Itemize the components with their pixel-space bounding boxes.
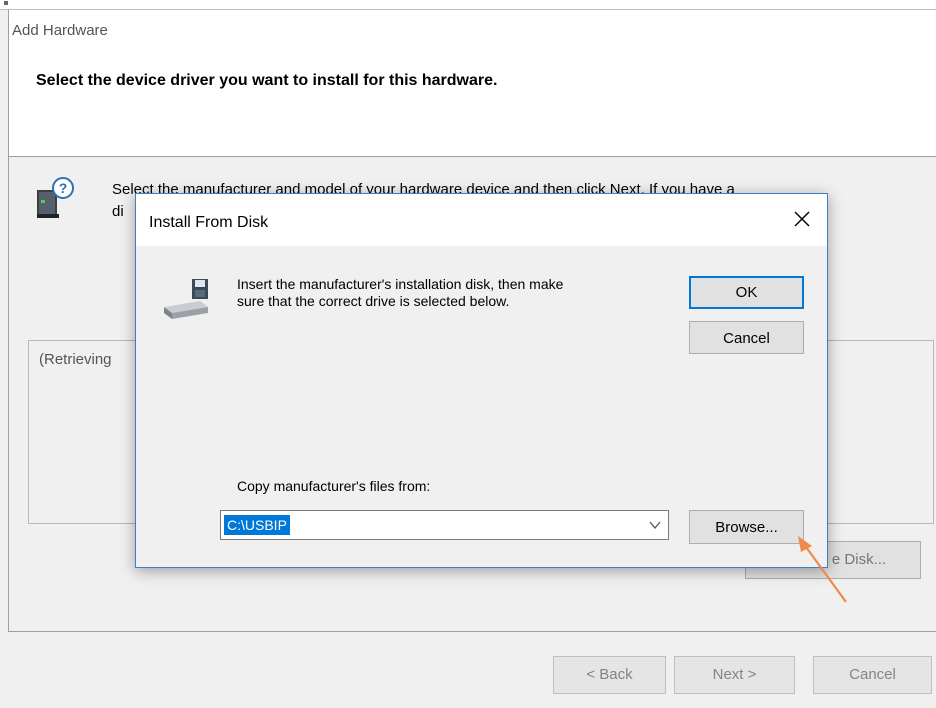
chevron-down-icon[interactable] bbox=[648, 519, 662, 531]
next-button[interactable]: Next > bbox=[674, 656, 795, 694]
dialog-titlebar: Install From Disk bbox=[136, 194, 827, 246]
install-from-disk-dialog: Install From Disk Insert the manufacture… bbox=[135, 193, 828, 568]
window-top-edge bbox=[0, 0, 936, 10]
wizard-title: Add Hardware bbox=[12, 22, 108, 39]
cancel-button[interactable]: Cancel bbox=[689, 321, 804, 354]
svg-text:?: ? bbox=[59, 180, 68, 196]
back-button[interactable]: < Back bbox=[553, 656, 666, 694]
disk-drive-icon bbox=[164, 279, 208, 319]
close-icon[interactable] bbox=[791, 208, 813, 230]
path-combobox[interactable]: C:\USBIP bbox=[220, 510, 669, 540]
hardware-help-icon: ? bbox=[37, 177, 74, 218]
footer-separator bbox=[8, 631, 936, 632]
wizard-cancel-button[interactable]: Cancel bbox=[813, 656, 932, 694]
dialog-message: Insert the manufacturer's installation d… bbox=[237, 276, 564, 309]
dialog-title: Install From Disk bbox=[149, 214, 269, 231]
browse-button[interactable]: Browse... bbox=[689, 510, 804, 544]
list-placeholder: (Retrieving bbox=[39, 351, 112, 368]
window-corner-mark bbox=[4, 1, 8, 5]
ok-button[interactable]: OK bbox=[689, 276, 804, 309]
path-input-value[interactable]: C:\USBIP bbox=[224, 515, 290, 535]
page-heading: Select the device driver you want to ins… bbox=[36, 72, 498, 89]
copy-from-label: Copy manufacturer's files from: bbox=[237, 478, 431, 494]
